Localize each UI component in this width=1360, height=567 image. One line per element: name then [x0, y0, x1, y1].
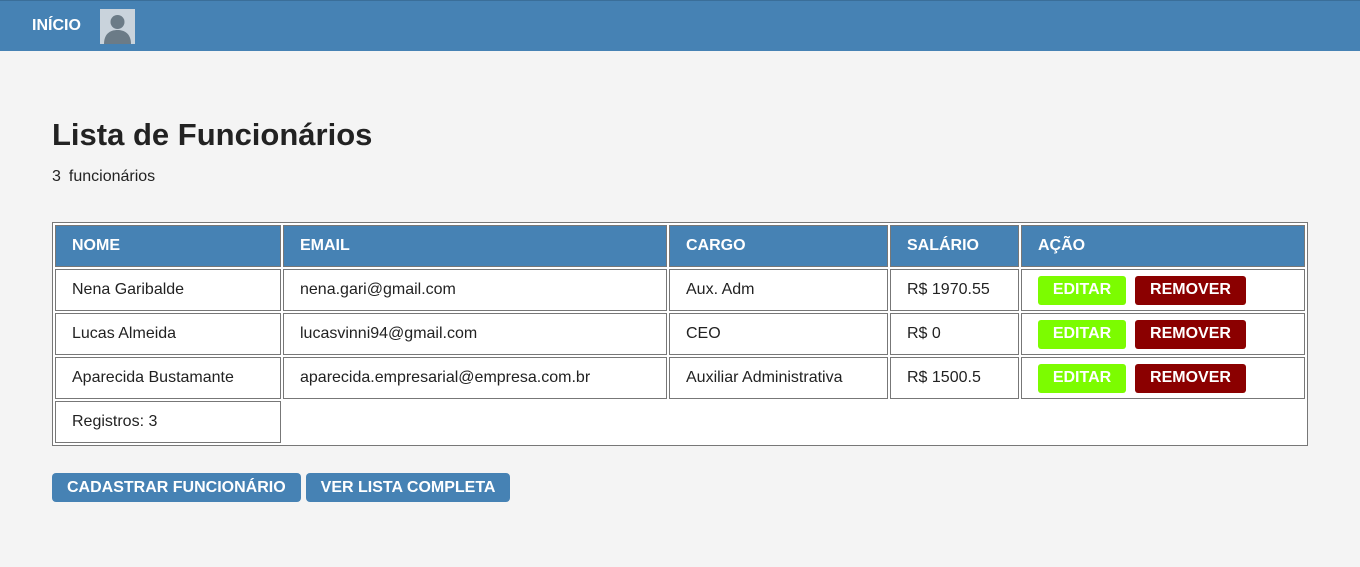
table-header-row: NOME EMAIL CARGO SALÁRIO AÇÃO [55, 225, 1305, 267]
remove-button[interactable]: REMOVER [1135, 363, 1246, 393]
header-acao: AÇÃO [1021, 225, 1305, 267]
cell-salario: R$ 0 [890, 313, 1019, 355]
cell-email: nena.gari@gmail.com [283, 269, 667, 311]
table-footer-row: Registros: 3 [55, 401, 1305, 443]
view-full-list-button[interactable]: VER LISTA COMPLETA [305, 473, 511, 502]
top-navbar: INÍCIO [0, 0, 1360, 51]
table-row: Nena Garibalde nena.gari@gmail.com Aux. … [55, 269, 1305, 311]
cell-email: aparecida.empresarial@empresa.com.br [283, 357, 667, 399]
nav-home-link[interactable]: INÍCIO [32, 17, 81, 35]
employee-count: 3 funcionários [52, 168, 155, 186]
records-count: Registros: 3 [55, 401, 281, 443]
header-nome: NOME [55, 225, 281, 267]
cell-nome: Aparecida Bustamante [55, 357, 281, 399]
cell-email: lucasvinni94@gmail.com [283, 313, 667, 355]
edit-button[interactable]: EDITAR [1038, 363, 1126, 393]
register-employee-button[interactable]: CADASTRAR FUNCIONÁRIO [52, 473, 301, 502]
cell-nome: Nena Garibalde [55, 269, 281, 311]
employee-table: NOME EMAIL CARGO SALÁRIO AÇÃO Nena Garib… [52, 222, 1308, 446]
footer-empty [283, 401, 1305, 443]
header-cargo: CARGO [669, 225, 888, 267]
header-email: EMAIL [283, 225, 667, 267]
header-salario: SALÁRIO [890, 225, 1019, 267]
cell-acao: EDITAR REMOVER [1021, 357, 1305, 399]
employee-count-label: funcionários [68, 168, 156, 185]
cell-salario: R$ 1500.5 [890, 357, 1019, 399]
cell-cargo: CEO [669, 313, 888, 355]
cell-acao: EDITAR REMOVER [1021, 313, 1305, 355]
page-actions: CADASTRAR FUNCIONÁRIO VER LISTA COMPLETA [52, 473, 515, 502]
employee-count-value: 3 [52, 168, 61, 185]
edit-button[interactable]: EDITAR [1038, 275, 1126, 305]
remove-button[interactable]: REMOVER [1135, 275, 1246, 305]
cell-cargo: Aux. Adm [669, 269, 888, 311]
remove-button[interactable]: REMOVER [1135, 319, 1246, 349]
edit-button[interactable]: EDITAR [1038, 319, 1126, 349]
cell-cargo: Auxiliar Administrativa [669, 357, 888, 399]
cell-nome: Lucas Almeida [55, 313, 281, 355]
cell-acao: EDITAR REMOVER [1021, 269, 1305, 311]
table-row: Aparecida Bustamante aparecida.empresari… [55, 357, 1305, 399]
page-title: Lista de Funcionários [52, 117, 373, 152]
table-row: Lucas Almeida lucasvinni94@gmail.com CEO… [55, 313, 1305, 355]
cell-salario: R$ 1970.55 [890, 269, 1019, 311]
user-avatar-icon[interactable] [99, 8, 135, 44]
